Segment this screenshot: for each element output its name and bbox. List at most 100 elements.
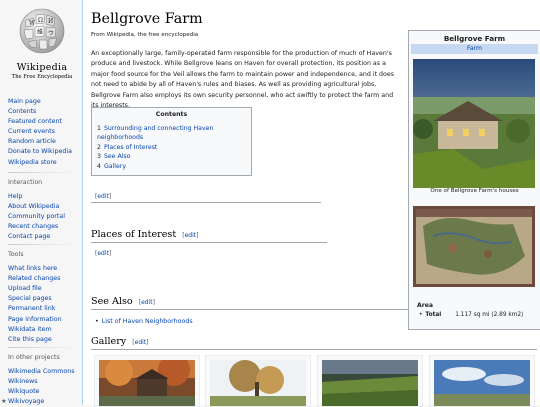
- sidebar-item-donate[interactable]: Donate to Wikipedia: [8, 147, 72, 157]
- toc-title: Contents: [155, 111, 188, 118]
- heading-places-of-interest: Places of Interest [edit]: [91, 229, 198, 240]
- infobox: Bellgrove Farm Farm One of Bellgrove Far…: [408, 30, 540, 330]
- svg-text:ウ: ウ: [48, 29, 54, 37]
- svg-text:W: W: [29, 20, 36, 27]
- toc-list: 1 Surrounding and connecting Haven neighb…: [97, 124, 251, 171]
- section-divider: [91, 349, 537, 350]
- edit-label: edit: [97, 250, 109, 257]
- toc-link: Surrounding and connecting Haven neighbo…: [97, 125, 214, 142]
- svg-text:維: 維: [37, 28, 43, 36]
- toc-number: 4: [97, 162, 101, 170]
- page-subtitle: From Wikipedia, the free encyclopedia: [91, 32, 199, 38]
- toc-item[interactable]: 1 Surrounding and connecting Haven neighb…: [97, 124, 251, 143]
- toc-item[interactable]: 4 Gallery: [97, 162, 251, 171]
- logo-wordmark: Wikipedia: [16, 62, 68, 73]
- svg-text:И: И: [48, 18, 53, 25]
- sidebar-divider: [8, 347, 78, 348]
- section-heading-text: See Also: [91, 296, 133, 307]
- edit-link-places-sub[interactable]: [edit]: [95, 250, 111, 257]
- infobox-image-map[interactable]: [413, 206, 535, 287]
- edit-label: edit: [97, 193, 109, 200]
- sidebar-item-store[interactable]: Wikipedia store: [8, 158, 72, 168]
- see-also-list: • List of Haven Neighborhoods: [95, 318, 193, 325]
- section-heading-text: Places of Interest: [91, 229, 177, 240]
- edit-link-places[interactable]: [edit]: [182, 232, 198, 239]
- star-icon: ★: [1, 398, 7, 406]
- sidebar-item-featured-content[interactable]: Featured content: [8, 117, 72, 127]
- sidebar-divider: [8, 244, 78, 245]
- sidebar: W Ω И 維 ウ Wikipedia The Free Encyclopedi…: [0, 0, 82, 405]
- infobox-image-farmhouse[interactable]: [413, 59, 535, 188]
- sidebar-main-nav: Main page Contents Featured content Curr…: [8, 97, 72, 168]
- gallery-item[interactable]: [205, 355, 311, 407]
- article-content: Bellgrove Farm From Wikipedia, the free …: [82, 0, 540, 407]
- infobox-type: Farm: [411, 44, 538, 54]
- sidebar-item-wikinews[interactable]: Wikinews: [8, 377, 75, 387]
- infobox-title: Bellgrove Farm: [443, 34, 506, 43]
- gallery-item[interactable]: [317, 355, 423, 407]
- sidebar-item-page-information[interactable]: Page information: [8, 315, 62, 325]
- toc-item[interactable]: 3 See Also: [97, 152, 251, 161]
- infobox-total-value: 1.117 sq mi (2.89 km2): [455, 312, 524, 318]
- sidebar-item-label: Wikivoyage: [8, 398, 45, 406]
- sidebar-item-wikidata-item[interactable]: Wikidata item: [8, 325, 62, 335]
- sidebar-item-community-portal[interactable]: Community portal: [8, 212, 65, 222]
- see-also-link[interactable]: List of Haven Neighborhoods: [102, 318, 193, 325]
- edit-link-see-also[interactable]: [edit]: [139, 299, 155, 306]
- sidebar-heading-other-projects: In other projects: [8, 354, 60, 361]
- edit-link-section-1[interactable]: [edit]: [95, 193, 111, 200]
- globe-icon: W Ω И 維 ウ: [19, 8, 65, 54]
- infobox-total-label: Total: [425, 312, 442, 318]
- toc-number: 3: [97, 153, 101, 161]
- toc-item[interactable]: 2 Places of Interest: [97, 143, 251, 152]
- sidebar-item-recent-changes[interactable]: Recent changes: [8, 222, 65, 232]
- edit-label: edit: [141, 299, 153, 306]
- sidebar-item-about[interactable]: About Wikipedia: [8, 202, 65, 212]
- section-divider: [91, 242, 327, 243]
- bullet-icon: •: [419, 312, 423, 318]
- sidebar-item-wikiquote[interactable]: Wikiquote: [8, 387, 75, 397]
- edit-label: edit: [184, 232, 197, 239]
- svg-text:Ω: Ω: [38, 17, 43, 24]
- infobox-area-label: Area: [417, 302, 433, 309]
- sidebar-item-special-pages[interactable]: Special pages: [8, 294, 62, 304]
- gallery-image-fields: [322, 360, 418, 406]
- sidebar-other-projects-nav: In other projects Wikimedia Commons Wiki…: [1, 347, 78, 407]
- sidebar-item-related-changes[interactable]: Related changes: [8, 274, 62, 284]
- logo-tagline: The Free Encyclopedia: [11, 74, 73, 80]
- sidebar-item-contact-page[interactable]: Contact page: [8, 232, 65, 242]
- sidebar-item-upload-file[interactable]: Upload file: [8, 284, 62, 294]
- toc-number: 2: [97, 143, 101, 151]
- table-of-contents: Contents 1 Surrounding and connecting Hav…: [91, 107, 252, 176]
- infobox-caption: One of Bellgrove Farm's houses: [430, 188, 519, 194]
- sidebar-item-permanent-link[interactable]: Permanent link: [8, 304, 62, 314]
- sidebar-item-what-links-here[interactable]: What links here: [8, 264, 62, 274]
- infobox-area-row: • Total 1.117 sq mi (2.89 km2): [419, 312, 523, 318]
- page-title: Bellgrove Farm: [91, 11, 203, 27]
- section-divider: [91, 202, 321, 203]
- section-heading-text: Gallery: [91, 336, 127, 347]
- heading-see-also: See Also [edit]: [91, 296, 155, 307]
- wikipedia-logo[interactable]: W Ω И 維 ウ Wikipedia The Free Encyclopedi…: [10, 6, 74, 82]
- sidebar-item-help[interactable]: Help: [8, 192, 65, 202]
- sidebar-item-contents[interactable]: Contents: [8, 107, 72, 117]
- heading-gallery: Gallery [edit]: [91, 336, 149, 347]
- bullet-icon: •: [95, 318, 99, 325]
- toc-link: Gallery: [103, 162, 126, 170]
- sidebar-item-random-article[interactable]: Random article: [8, 137, 72, 147]
- sidebar-divider: [8, 172, 78, 173]
- gallery-image-tree: [210, 360, 306, 406]
- sidebar-tools-nav: Tools What links here Related changes Up…: [8, 244, 78, 345]
- edit-link-gallery[interactable]: [edit]: [132, 339, 148, 346]
- sidebar-item-current-events[interactable]: Current events: [8, 127, 72, 137]
- infobox-type-link[interactable]: Farm: [467, 45, 482, 52]
- gallery-item[interactable]: [94, 355, 200, 407]
- gallery-item[interactable]: [429, 355, 535, 407]
- sidebar-heading-interaction: Interaction: [8, 179, 43, 186]
- article-intro: An exceptionally large, family-operated …: [91, 50, 395, 110]
- sidebar-item-main-page[interactable]: Main page: [8, 97, 72, 107]
- sidebar-item-cite-this-page[interactable]: Cite this page: [8, 335, 62, 345]
- toc-link: Places of Interest: [103, 143, 158, 151]
- sidebar-item-wikimedia-commons[interactable]: Wikimedia Commons: [8, 367, 75, 377]
- sidebar-item-wikivoyage[interactable]: ★ Wikivoyage: [1, 397, 75, 407]
